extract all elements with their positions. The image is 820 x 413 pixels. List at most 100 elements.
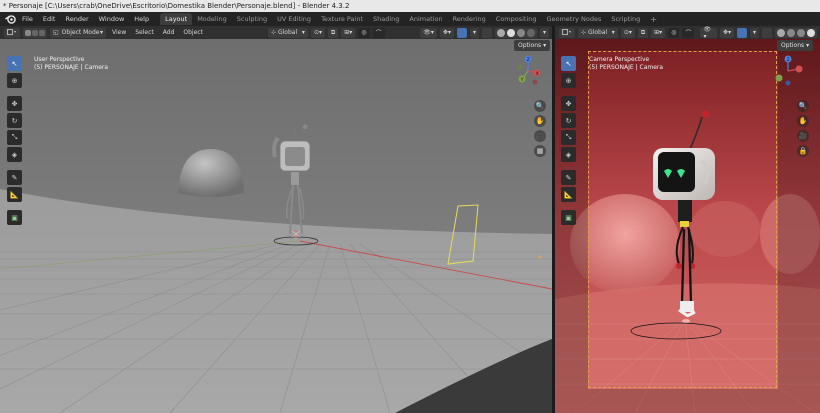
ruler-icon: 📐 [564,190,573,199]
navigation-gizmo[interactable]: Z [775,55,805,87]
proportional-edit-icon: ◎ [361,29,367,36]
tab-animation[interactable]: Animation [404,13,447,25]
scale-tool[interactable]: ⤡ [7,130,22,145]
tab-scripting[interactable]: Scripting [606,13,645,25]
camera-view-button[interactable]: 🎥 [534,130,546,142]
move-tool[interactable]: ✥ [561,96,576,111]
menu-select[interactable]: Select [132,29,157,36]
overlays-toggle[interactable] [737,27,748,38]
pan-button[interactable]: ✋ [534,115,546,127]
menu-add[interactable]: Add [160,29,178,36]
annotate-tool[interactable]: ✎ [7,170,22,185]
measure-tool[interactable]: 📐 [7,187,22,202]
rendered-shading-icon [806,28,815,37]
visibility-dropdown[interactable]: 👁▾ [420,27,437,38]
viewport-info: Camera Perspective (5) PERSONAJE | Camer… [589,56,663,72]
blender-logo-icon[interactable] [3,12,17,26]
editor-type-button[interactable] [559,27,575,38]
menu-file[interactable]: File [17,12,38,26]
hand-icon: ✋ [535,117,545,125]
snap-toggle[interactable]: ⧉ [327,27,339,38]
tab-shading[interactable]: Shading [368,13,404,25]
overlays-dropdown[interactable]: ▾ [469,27,479,38]
gizmo-toggle[interactable]: ✥▾ [439,27,454,38]
editor-type-icon [562,29,571,35]
proportional-edit-toggle[interactable]: ◎ [358,27,370,38]
xray-toggle[interactable] [481,27,492,38]
orientation-label: Global [588,29,608,36]
rotate-tool[interactable]: ↻ [561,113,576,128]
transform-orientation-dropdown[interactable]: ⊹ Global ▾ [267,27,308,38]
rotate-tool[interactable]: ↻ [7,113,22,128]
shading-buttons[interactable] [494,27,537,38]
cursor-tool[interactable]: ⊕ [7,73,22,88]
right-3d-viewport[interactable]: Camera Perspective (5) PERSONAJE | Camer… [555,39,820,413]
snap-target-dropdown[interactable]: ⊞▾ [341,27,356,38]
rendered-shading-icon [526,28,535,37]
tab-texture-paint[interactable]: Texture Paint [316,13,368,25]
overlays-toggle[interactable] [456,27,467,38]
measure-tool[interactable]: 📐 [561,187,576,202]
mode-dropdown[interactable]: ◱ Object Mode ▾ [50,27,106,38]
cursor-tool[interactable]: ⊕ [561,73,576,88]
proportional-edit-toggle[interactable]: ◎ [668,27,680,38]
transform-tool[interactable]: ◈ [561,147,576,162]
editor-type-button[interactable] [4,27,20,38]
menu-window[interactable]: Window [94,12,130,26]
annotate-tool[interactable]: ✎ [561,170,576,185]
xray-toggle[interactable] [762,27,772,38]
add-cube-tool[interactable]: ▣ [561,210,576,225]
pivot-dropdown[interactable]: ⊙▾ [310,27,325,38]
snap-target-dropdown[interactable]: ⊞▾ [651,27,666,38]
transform-tool[interactable]: ◈ [7,147,22,162]
light-object[interactable] [538,255,542,259]
menu-edit[interactable]: Edit [38,12,61,26]
options-label: Options [518,42,542,49]
left-3d-viewport[interactable]: User Perspective (5) PERSONAJE | Camera … [0,39,552,413]
lock-camera-button[interactable]: 🔒 [797,145,809,157]
select-box-tool[interactable]: ↖ [7,56,22,71]
shading-dropdown[interactable]: ▾ [539,27,549,38]
options-dropdown[interactable]: Options ▾ [514,40,551,51]
transform-icon: ◈ [11,150,18,159]
overlays-dropdown[interactable]: ▾ [750,27,760,38]
pan-button[interactable]: ✋ [797,115,809,127]
move-tool[interactable]: ✥ [7,96,22,111]
chevron-down-icon: ▾ [542,29,546,36]
shading-buttons[interactable] [774,27,817,38]
add-workspace-button[interactable]: + [645,15,662,24]
perspective-toggle-button[interactable]: ▦ [534,145,546,157]
tab-modeling[interactable]: Modeling [192,13,232,25]
tab-geometry-nodes[interactable]: Geometry Nodes [542,13,607,25]
svg-text:X: X [536,71,539,77]
wireframe-shading-icon [496,28,505,37]
tab-rendering[interactable]: Rendering [448,13,491,25]
visibility-dropdown[interactable]: 👁▾ [700,26,718,40]
menu-help[interactable]: Help [129,12,154,26]
add-cube-tool[interactable]: ▣ [7,210,22,225]
zoom-button[interactable]: 🔍 [797,100,809,112]
tab-uv-editing[interactable]: UV Editing [272,13,316,25]
falloff-dropdown[interactable]: ⌒ [682,27,695,38]
select-box-tool[interactable]: ↖ [561,56,576,71]
gizmo-toggle[interactable]: ✥▾ [720,27,735,38]
pivot-dropdown[interactable]: ⊙▾ [620,27,635,38]
transform-orientation-dropdown[interactable]: ⊹ Global ▾ [578,27,618,38]
navigation-gizmo[interactable]: X Z Y [515,55,545,87]
camera-view-button[interactable]: 🎥 [797,130,809,142]
editor-type-icon [7,29,16,35]
menu-render[interactable]: Render [60,12,93,26]
menu-view[interactable]: View [109,29,129,36]
zoom-button[interactable]: 🔍 [534,100,546,112]
falloff-dropdown[interactable]: ⌒ [372,27,385,38]
pivot-icon: ⊙▾ [313,29,322,36]
orientation-icon: ⊹ [270,29,276,36]
select-mode-buttons[interactable] [23,27,47,38]
tab-layout[interactable]: Layout [160,13,193,25]
tab-sculpting[interactable]: Sculpting [232,13,272,25]
menu-object[interactable]: Object [180,29,206,36]
snap-toggle[interactable]: ⧉ [637,27,649,38]
tab-compositing[interactable]: Compositing [491,13,542,25]
scale-tool[interactable]: ⤡ [561,130,576,145]
options-dropdown[interactable]: Options ▾ [777,40,814,51]
